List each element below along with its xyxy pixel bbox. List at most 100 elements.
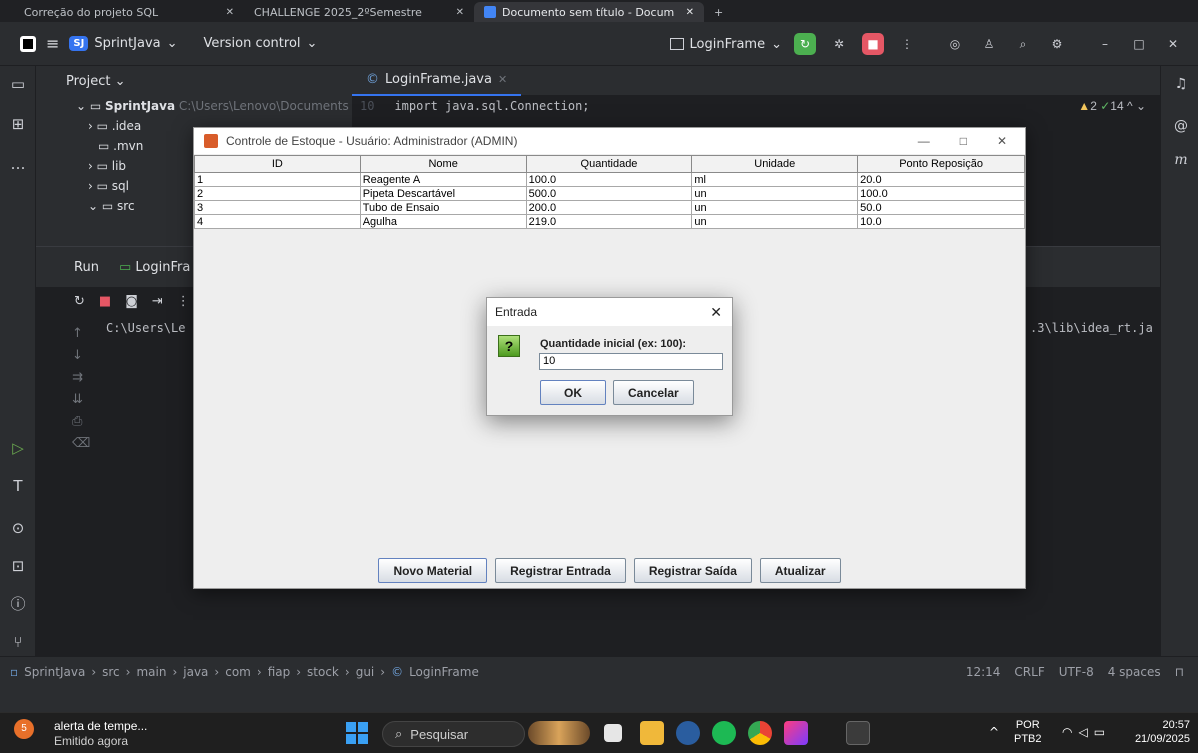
- breadcrumb-item[interactable]: main: [136, 665, 166, 679]
- structure-icon[interactable]: ⊞: [8, 114, 28, 134]
- table-cell[interactable]: 500.0: [525, 186, 693, 201]
- language-indicator[interactable]: POR PTB2: [1014, 718, 1042, 746]
- table-cell[interactable]: Pipeta Descartável: [359, 186, 527, 201]
- cancel-button[interactable]: Cancelar: [613, 380, 694, 405]
- vcs-selector[interactable]: Version control ⌄: [204, 36, 318, 51]
- project-selector[interactable]: SJ SprintJava ⌄: [69, 36, 178, 51]
- maven-icon[interactable]: m: [1171, 152, 1191, 172]
- browser-tab[interactable]: CHALLENGE 2025_2ºSemestre ✕: [244, 2, 474, 22]
- file-explorer-icon[interactable]: [640, 721, 664, 745]
- table-row[interactable]: 4 Agulha 219.0 un 10.0: [194, 214, 1025, 229]
- caret-position[interactable]: 12:14: [966, 665, 1001, 679]
- close-icon[interactable]: ✕: [1162, 33, 1184, 55]
- chrome-icon[interactable]: [748, 721, 772, 745]
- minimize-icon[interactable]: –: [1094, 33, 1116, 55]
- line-separator[interactable]: CRLF: [1014, 665, 1044, 679]
- intellij-taskbar-icon[interactable]: [784, 721, 808, 745]
- table-cell[interactable]: un: [691, 186, 859, 201]
- table-row[interactable]: 3 Tubo de Ensaio 200.0 un 50.0: [194, 200, 1025, 215]
- ok-button[interactable]: OK: [540, 380, 606, 405]
- add-user-icon[interactable]: ♙: [978, 33, 1000, 55]
- services-icon[interactable]: ⊙: [8, 518, 28, 538]
- system-tray-icons[interactable]: ◠◁▭: [1062, 725, 1111, 739]
- terminal-icon[interactable]: ⊡: [8, 556, 28, 576]
- browser-tab[interactable]: Correção do projeto SQL ✕: [14, 2, 244, 22]
- stop-icon[interactable]: ■: [862, 33, 884, 55]
- git-branch-icon[interactable]: ⑂: [8, 632, 28, 652]
- maximize-icon[interactable]: □: [1128, 33, 1150, 55]
- build-hammer-icon[interactable]: T: [8, 476, 28, 496]
- breadcrumb-item[interactable]: gui: [356, 665, 375, 679]
- soft-wrap-icon[interactable]: ⇉: [72, 367, 90, 389]
- new-tab-icon[interactable]: +: [704, 2, 734, 22]
- project-folder-icon[interactable]: ▭: [8, 74, 28, 94]
- table-cell[interactable]: 20.0: [857, 172, 1025, 187]
- scroll-end-icon[interactable]: ⇊: [72, 389, 90, 411]
- table-cell[interactable]: 200.0: [525, 200, 693, 215]
- saturn-widget-icon[interactable]: [528, 721, 590, 745]
- table-cell[interactable]: 4: [194, 214, 361, 229]
- taskbar-search[interactable]: ⌕ Pesquisar: [382, 721, 525, 747]
- stop-icon[interactable]: ■: [99, 294, 111, 309]
- inspection-widget[interactable]: ▲2 ✓14 ^ ⌄: [1078, 96, 1160, 116]
- problems-icon[interactable]: ⓘ: [8, 594, 28, 614]
- breadcrumb-item[interactable]: fiap: [268, 665, 291, 679]
- task-view-icon[interactable]: [604, 724, 622, 742]
- spotify-icon[interactable]: [712, 721, 736, 745]
- run-tool-icon[interactable]: ▷: [8, 438, 28, 458]
- code-line[interactable]: 10 import java.sql.Connection; ▲2 ✓14 ^ …: [352, 96, 1160, 116]
- close-icon[interactable]: ✕: [997, 134, 1007, 148]
- more-icon[interactable]: ⋮: [896, 33, 918, 55]
- column-header[interactable]: ID: [194, 155, 361, 173]
- settings-gear-icon[interactable]: ⚙: [1046, 33, 1068, 55]
- table-cell[interactable]: 219.0: [525, 214, 693, 229]
- arrow-up-icon[interactable]: ↑: [72, 323, 90, 345]
- more-tools-icon[interactable]: …: [8, 154, 28, 174]
- window-titlebar[interactable]: Controle de Estoque - Usuário: Administr…: [194, 128, 1025, 154]
- table-cell[interactable]: 10.0: [857, 214, 1025, 229]
- breadcrumb-item[interactable]: com: [225, 665, 251, 679]
- notifications-icon[interactable]: ♫: [1171, 76, 1191, 96]
- close-icon[interactable]: ✕: [498, 73, 507, 86]
- print-icon[interactable]: ⎙: [72, 411, 90, 433]
- editor-tab[interactable]: © LoginFrame.java ✕: [352, 66, 522, 96]
- close-icon[interactable]: ✕: [456, 7, 464, 18]
- browser-tab-active[interactable]: Documento sem título - Docum ✕: [474, 2, 704, 22]
- quantity-input[interactable]: 10: [539, 353, 723, 370]
- breadcrumb-item[interactable]: src: [102, 665, 120, 679]
- exit-icon[interactable]: ⇥: [152, 294, 163, 309]
- more-icon[interactable]: ⋮: [177, 294, 190, 309]
- inventory-table[interactable]: ID Nome Quantidade Unidade Ponto Reposiç…: [194, 155, 1025, 229]
- file-encoding[interactable]: UTF-8: [1059, 665, 1094, 679]
- close-icon[interactable]: ✕: [226, 7, 234, 18]
- camera-icon[interactable]: ◙: [125, 294, 138, 309]
- table-cell[interactable]: 100.0: [857, 186, 1025, 201]
- windows-start-icon[interactable]: [346, 722, 368, 744]
- minimize-icon[interactable]: —: [918, 134, 930, 148]
- table-cell[interactable]: un: [691, 200, 859, 215]
- rerun-icon[interactable]: ↻: [74, 294, 85, 309]
- breadcrumb-item[interactable]: stock: [307, 665, 339, 679]
- table-cell[interactable]: 1: [194, 172, 361, 187]
- debug-icon[interactable]: ✲: [828, 33, 850, 55]
- steam-icon[interactable]: [676, 721, 700, 745]
- table-cell[interactable]: Agulha: [359, 214, 527, 229]
- table-cell[interactable]: un: [691, 214, 859, 229]
- table-row[interactable]: 2 Pipeta Descartável 500.0 un 100.0: [194, 186, 1025, 201]
- ai-assistant-icon[interactable]: ◎: [944, 33, 966, 55]
- close-icon[interactable]: ✕: [710, 304, 732, 321]
- column-header[interactable]: Ponto Reposição: [857, 155, 1025, 173]
- weather-widget[interactable]: alerta de tempe... Emitido agora: [54, 719, 147, 749]
- register-exit-button[interactable]: Registrar Saída: [633, 558, 752, 583]
- table-row[interactable]: 1 Reagente A 100.0 ml 20.0: [194, 172, 1025, 187]
- dialog-titlebar[interactable]: Entrada ✕: [487, 298, 732, 326]
- table-cell[interactable]: 2: [194, 186, 361, 201]
- lock-icon[interactable]: ⊓: [1175, 665, 1184, 679]
- table-cell[interactable]: ml: [691, 172, 859, 187]
- trash-icon[interactable]: ⌫: [72, 433, 90, 455]
- rerun-icon[interactable]: ↻: [794, 33, 816, 55]
- table-cell[interactable]: 50.0: [857, 200, 1025, 215]
- run-config-selector[interactable]: LoginFrame ⌄: [669, 37, 782, 52]
- column-header[interactable]: Unidade: [691, 155, 859, 173]
- table-cell[interactable]: Tubo de Ensaio: [359, 200, 527, 215]
